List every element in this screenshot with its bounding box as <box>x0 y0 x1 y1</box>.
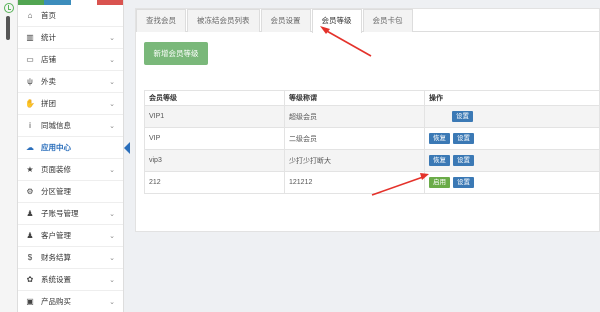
cloud-icon: ☁ <box>26 143 34 152</box>
action-button[interactable]: 恢复 <box>429 133 450 144</box>
sidebar-item[interactable]: ▥ 统计 ⌄ <box>18 27 123 49</box>
column-header-level: 会员等级 <box>144 90 285 106</box>
chevron-down-icon: ⌄ <box>109 210 115 218</box>
chevron-down-icon: ⌄ <box>109 78 115 86</box>
sidebar-item[interactable]: ♟ 客户管理 ⌄ <box>18 225 123 247</box>
star-icon: ★ <box>26 165 34 174</box>
action-button[interactable]: 设置 <box>453 133 474 144</box>
enable-button[interactable]: 启用 <box>429 177 450 188</box>
title-cell: 121212 <box>284 171 425 194</box>
sidebar-item-label: 子账号管理 <box>41 209 79 218</box>
sidebar-item-label: 页面装修 <box>41 165 71 174</box>
title-cell: 超级会员 <box>284 105 425 128</box>
dollar-icon: $ <box>27 253 33 262</box>
level-cell: VIP1 <box>144 105 285 128</box>
sidebar-item-label: 分区管理 <box>41 187 71 196</box>
sidebar-item-label: 拼团 <box>41 99 56 108</box>
clock-icon <box>4 3 14 13</box>
active-indicator <box>124 142 130 154</box>
sidebar-item[interactable]: ♟ 子账号管理 ⌄ <box>18 203 123 225</box>
tab[interactable]: 查找会员 <box>136 9 186 32</box>
chevron-down-icon: ⌄ <box>109 254 115 262</box>
sidebar-item[interactable]: ⚙ 分区管理 <box>18 181 123 203</box>
title-cell: 二级会员 <box>284 127 425 150</box>
info-icon: i <box>29 121 31 130</box>
cutlery-icon: ψ <box>27 77 33 86</box>
actions-cell: 设置 <box>424 105 600 128</box>
sidebar-item-label: 应用中心 <box>41 143 71 152</box>
action-button[interactable]: 设置 <box>452 111 473 122</box>
left-strip <box>0 0 18 312</box>
sidebar-item-label: 店铺 <box>41 55 56 64</box>
level-cell: 212 <box>144 171 285 194</box>
actions-cell: 启用 设置 <box>424 171 600 194</box>
sidebar-item[interactable]: ▣ 产品购买 ⌄ <box>18 291 123 312</box>
action-button[interactable]: 设置 <box>453 177 474 188</box>
sidebar-item[interactable]: i 同城信息 ⌄ <box>18 115 123 137</box>
sidebar-item-label: 系统设置 <box>41 275 71 284</box>
level-cell: VIP <box>144 127 285 150</box>
table-row: VIP1 超级会员 设置 <box>144 105 600 128</box>
actions-cell: 恢复 设置 <box>424 149 600 172</box>
scrollbar-thumb[interactable] <box>6 16 10 40</box>
users-icon: ♟ <box>26 231 34 240</box>
cog-icon: ✿ <box>26 275 34 284</box>
bag-icon: ▣ <box>26 297 34 306</box>
chevron-down-icon: ⌄ <box>109 56 115 64</box>
title-cell: 少打少打断大 <box>284 149 425 172</box>
sidebar-item-label: 财务结算 <box>41 253 71 262</box>
sidebar-item-label: 首页 <box>41 11 56 20</box>
level-cell: vip3 <box>144 149 285 172</box>
action-button[interactable]: 恢复 <box>429 155 450 166</box>
sidebar-item[interactable]: ✿ 系统设置 ⌄ <box>18 269 123 291</box>
sidebar-item-label: 同城信息 <box>41 121 71 130</box>
tab-bar: 查找会员 被冻结会员列表 会员设置 会员等级 会员卡包 <box>136 9 599 33</box>
table-row: 212 121212 启用 设置 <box>144 171 600 194</box>
sidebar-item[interactable]: ☁ 应用中心 <box>18 137 130 159</box>
add-member-level-button[interactable]: 新增会员等级 <box>144 42 208 65</box>
sidebar: ⌂ 首页 ▥ 统计 ⌄ ▭ 店铺 ⌄ ψ 外卖 ⌄ ✋ 拼团 ⌄ i 同城信息 ⌄ ☁ 应用中心 ★ 页面装修 ⌄ ⚙ 分区管… <box>18 0 130 312</box>
chevron-down-icon: ⌄ <box>109 100 115 108</box>
column-header-title: 等级称谓 <box>284 90 425 106</box>
table-header-row: 会员等级 等级称谓 操作 <box>144 90 600 106</box>
main-panel: 查找会员 被冻结会员列表 会员设置 会员等级 会员卡包 新增会员等级 会员等级 等级称谓… <box>135 8 600 232</box>
tab[interactable]: 会员等级 <box>311 9 362 33</box>
chevron-down-icon: ⌄ <box>109 298 115 306</box>
column-header-actions: 操作 <box>424 90 600 106</box>
sidebar-item[interactable]: ⌂ 首页 <box>18 5 123 27</box>
sidebar-item-label: 产品购买 <box>41 297 71 306</box>
sidebar-item-label: 外卖 <box>41 77 56 86</box>
chevron-down-icon: ⌄ <box>109 122 115 130</box>
table-row: VIP 二级会员 恢复 设置 <box>144 127 600 150</box>
monitor-icon: ▭ <box>26 55 34 64</box>
sidebar-menu: ⌂ 首页 ▥ 统计 ⌄ ▭ 店铺 ⌄ ψ 外卖 ⌄ ✋ 拼团 ⌄ i 同城信息 ⌄ ☁ 应用中心 ★ 页面装修 ⌄ ⚙ 分区管… <box>18 5 130 312</box>
member-level-table: 会员等级 等级称谓 操作 VIP1 超级会员 设置 VIP 二级会员 恢复 设置 vip3 少打… <box>144 90 600 194</box>
gear-icon: ⚙ <box>26 187 34 196</box>
user-icon: ♟ <box>26 209 34 218</box>
sidebar-item-label: 统计 <box>41 33 56 42</box>
chevron-down-icon: ⌄ <box>109 166 115 174</box>
sidebar-item[interactable]: $ 财务结算 ⌄ <box>18 247 123 269</box>
actions-cell: 恢复 设置 <box>424 127 600 150</box>
action-button[interactable]: 设置 <box>453 155 474 166</box>
sidebar-item[interactable]: ▭ 店铺 ⌄ <box>18 49 123 71</box>
table-row: vip3 少打少打断大 恢复 设置 <box>144 149 600 172</box>
sidebar-item[interactable]: ✋ 拼团 ⌄ <box>18 93 123 115</box>
tab[interactable]: 会员卡包 <box>362 9 413 32</box>
sidebar-item[interactable]: ★ 页面装修 ⌄ <box>18 159 123 181</box>
chevron-down-icon: ⌄ <box>109 276 115 284</box>
sidebar-item[interactable]: ψ 外卖 ⌄ <box>18 71 123 93</box>
chevron-down-icon: ⌄ <box>109 232 115 240</box>
tab[interactable]: 被冻结会员列表 <box>187 9 260 32</box>
home-icon: ⌂ <box>27 11 33 20</box>
tab[interactable]: 会员设置 <box>260 9 311 32</box>
chevron-down-icon: ⌄ <box>109 34 115 42</box>
sidebar-item-label: 客户管理 <box>41 231 71 240</box>
handshake-icon: ✋ <box>25 99 35 108</box>
bar-chart-icon: ▥ <box>26 33 34 42</box>
